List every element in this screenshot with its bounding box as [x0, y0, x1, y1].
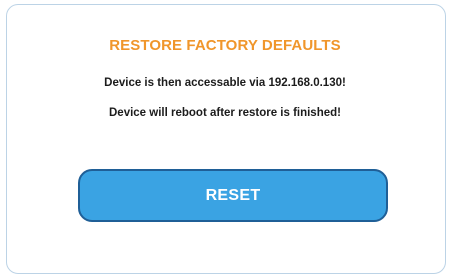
ip-address-message: Device is then accessable via 192.168.0.… [104, 77, 346, 89]
reboot-message: Device will reboot after restore is fini… [109, 107, 341, 119]
panel-title: RESTORE FACTORY DEFAULTS [109, 37, 341, 54]
reset-button[interactable]: RESET [78, 169, 388, 222]
